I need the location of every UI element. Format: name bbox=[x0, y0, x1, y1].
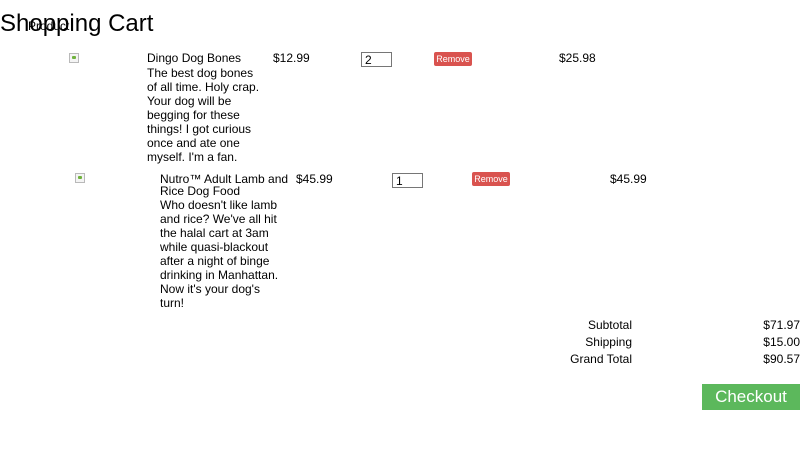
remove-button[interactable]: Remove bbox=[434, 52, 472, 66]
product-name: Dingo Dog Bones bbox=[147, 51, 242, 65]
product-image bbox=[75, 173, 85, 183]
subtotal-value: $71.97 bbox=[763, 318, 800, 332]
grand-total-label: Grand Total bbox=[570, 352, 632, 366]
product-column-header: Product bbox=[28, 19, 70, 33]
checkout-button[interactable]: Checkout bbox=[702, 384, 800, 410]
line-total: $45.99 bbox=[610, 172, 647, 186]
shopping-cart-page: Shopping Cart Product Dingo Dog Bones Th… bbox=[0, 0, 800, 450]
product-price: $45.99 bbox=[296, 172, 333, 186]
product-price: $12.99 bbox=[273, 51, 310, 65]
product-image bbox=[69, 53, 79, 63]
line-total: $25.98 bbox=[559, 51, 596, 65]
product-description: Who doesn't like lamb and rice? We've al… bbox=[160, 198, 279, 310]
product-name: Nutro™ Adult Lamb and Rice Dog Food bbox=[160, 172, 289, 198]
shipping-label: Shipping bbox=[585, 335, 632, 349]
subtotal-label: Subtotal bbox=[587, 318, 632, 332]
shipping-value: $15.00 bbox=[763, 335, 800, 349]
quantity-input[interactable] bbox=[361, 52, 392, 67]
remove-button[interactable]: Remove bbox=[472, 172, 510, 186]
quantity-input[interactable] bbox=[392, 173, 423, 188]
page-title: Shopping Cart bbox=[0, 10, 154, 37]
grand-total-value: $90.57 bbox=[763, 352, 800, 366]
product-description: The best dog bones of all time. Holy cra… bbox=[147, 66, 260, 164]
